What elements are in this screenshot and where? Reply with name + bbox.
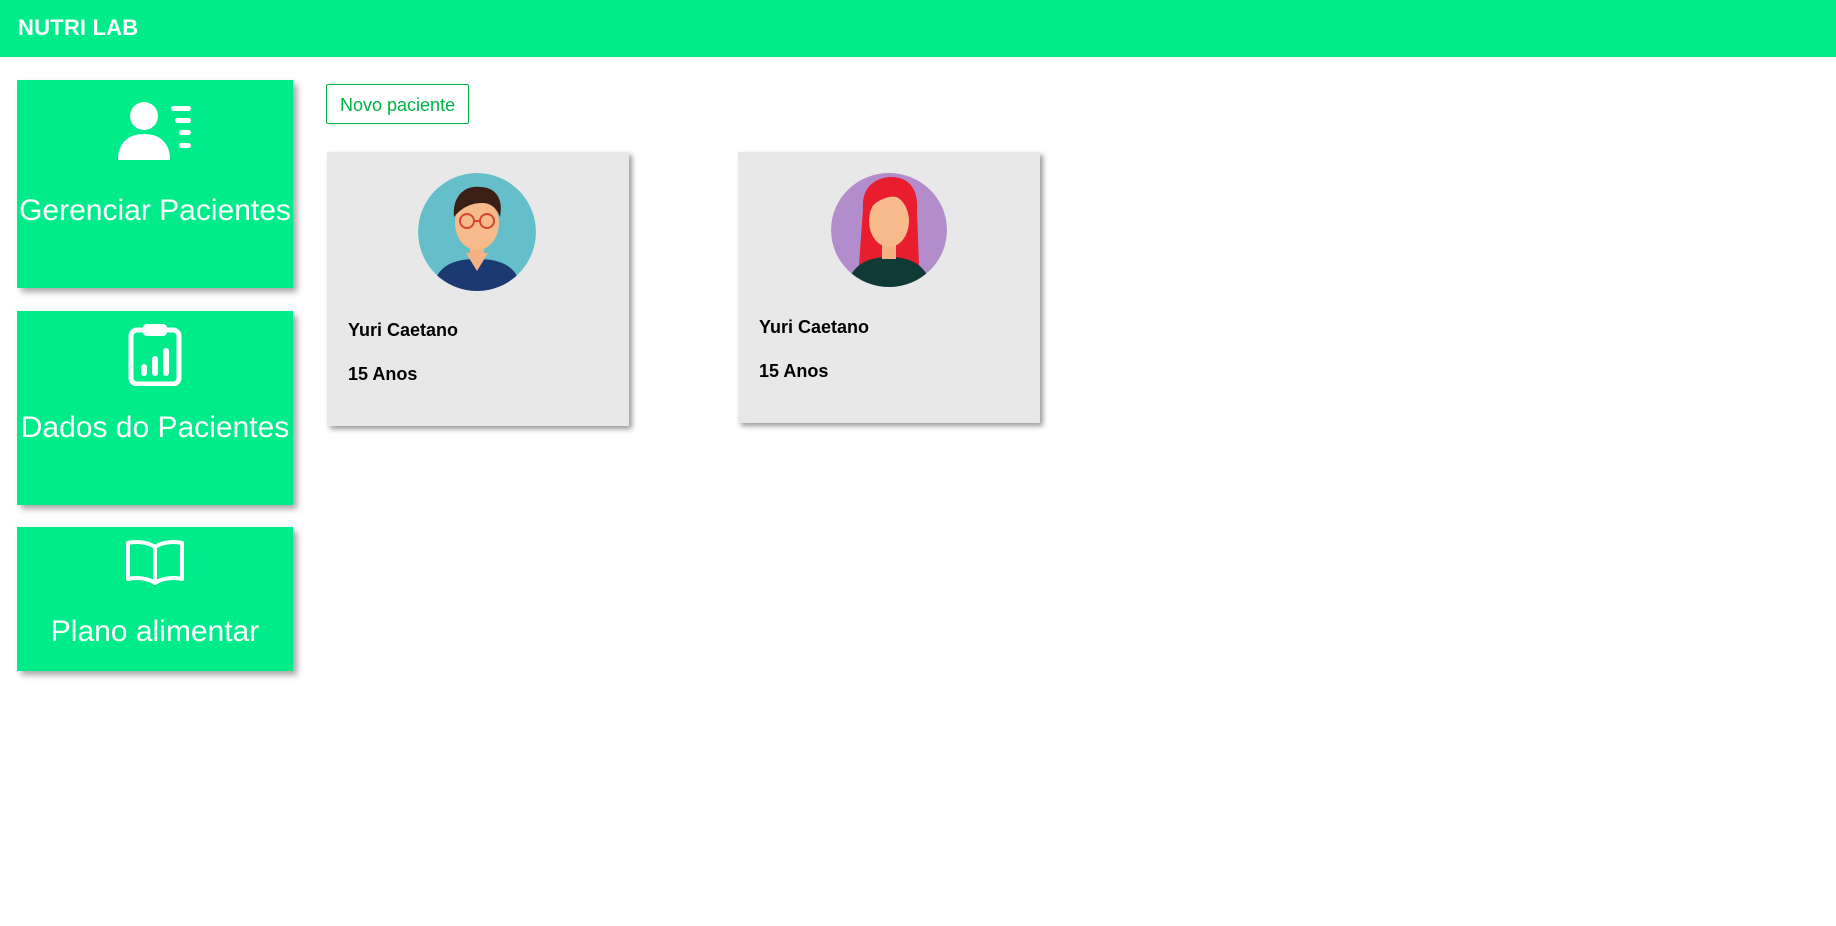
female-avatar	[831, 173, 947, 287]
sidebar-item-meal-plan[interactable]: Plano alimentar	[17, 527, 293, 671]
sidebar-item-patient-data[interactable]: Dados do Pacientes	[17, 311, 293, 505]
patient-card[interactable]: Yuri Caetano 15 Anos	[738, 152, 1040, 423]
patient-age: 15 Anos	[348, 364, 418, 384]
male-avatar	[418, 173, 536, 291]
clipboard-chart-icon	[17, 322, 293, 386]
sidebar-item-label: Gerenciar Pacientes	[19, 194, 291, 227]
patient-name: Yuri Caetano	[759, 317, 870, 337]
sidebar-item-label: Plano alimentar	[50, 615, 260, 648]
open-book-icon	[17, 539, 293, 585]
top-bar: NUTRI LAB	[0, 0, 1836, 57]
sidebar-item-manage-patients[interactable]: Gerenciar Pacientes	[17, 80, 293, 288]
patient-card[interactable]: Yuri Caetano 15 Anos	[327, 152, 629, 426]
user-list-icon	[17, 100, 293, 162]
sidebar-item-label: Dados do Pacientes	[20, 411, 290, 444]
patient-age: 15 Anos	[759, 361, 829, 381]
app-brand[interactable]: NUTRI LAB	[18, 15, 138, 41]
patient-name: Yuri Caetano	[348, 320, 459, 340]
new-patient-button[interactable]: Novo paciente	[326, 84, 470, 124]
